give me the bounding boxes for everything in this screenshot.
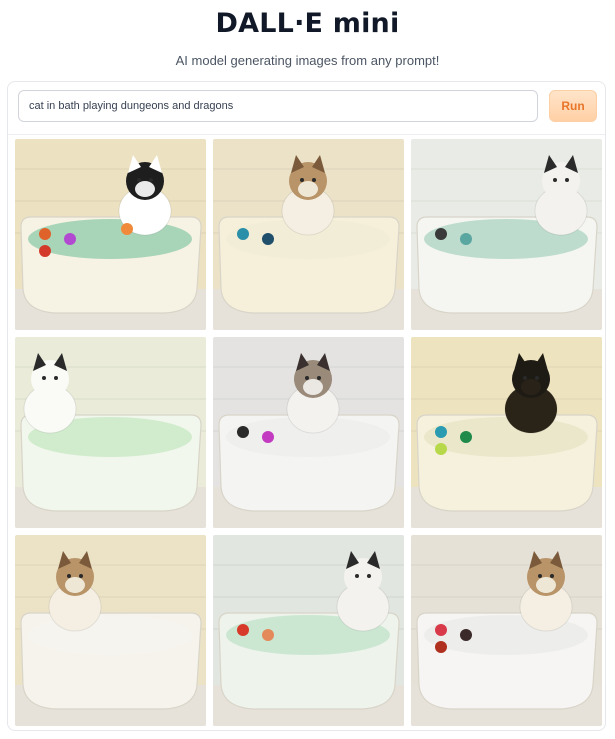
generated-image-7[interactable] [15,535,206,726]
run-button[interactable]: Run [549,90,597,122]
generated-image-2[interactable] [213,139,404,330]
generated-image-3[interactable] [411,139,602,330]
generated-image-8[interactable] [213,535,404,726]
generated-image-1[interactable] [15,139,206,330]
prompt-input[interactable] [18,90,538,122]
generated-image-6[interactable] [411,337,602,528]
prompt-row: Run [8,82,605,135]
page-subtitle: AI model generating images from any prom… [175,53,440,68]
generated-image-5[interactable] [213,337,404,528]
generated-image-9[interactable] [411,535,602,726]
generated-image-4[interactable] [15,337,206,528]
page-title: DALL·E mini [215,8,400,39]
generator-panel: Run [7,81,606,731]
